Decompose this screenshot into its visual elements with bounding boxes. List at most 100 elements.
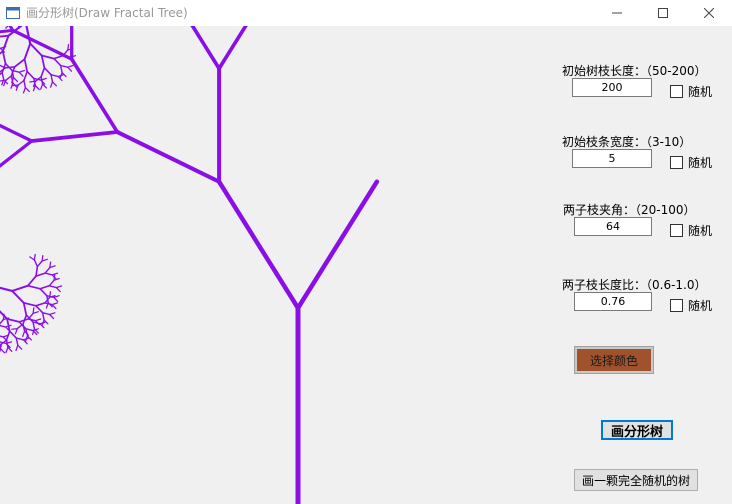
maximize-icon	[658, 8, 668, 18]
tree-branch	[1, 50, 7, 65]
tree-branch	[23, 58, 29, 73]
tree-branch	[39, 285, 51, 290]
tree-branch	[22, 337, 30, 341]
tree-branch	[0, 324, 7, 328]
tree-branch	[40, 54, 55, 60]
tree-branch	[15, 344, 19, 352]
minimize-button[interactable]	[594, 0, 640, 26]
tree-branch	[18, 71, 24, 77]
tree-branch	[26, 70, 35, 80]
tree-branch	[59, 64, 69, 68]
tree-branch	[0, 123, 34, 143]
tree-branch	[48, 279, 55, 287]
tree-branch	[0, 318, 5, 325]
tree-branch	[27, 318, 37, 322]
tree-branch	[41, 311, 45, 321]
tree-branch	[23, 42, 32, 61]
tree-branch	[53, 57, 62, 67]
tree-branch	[0, 348, 2, 353]
close-button[interactable]	[686, 0, 732, 26]
tree-branch	[41, 311, 51, 316]
tree-branch	[36, 260, 43, 268]
tree-branch	[0, 286, 14, 292]
tree-branch	[13, 58, 26, 68]
tree-branch	[67, 66, 73, 72]
tree-branch	[49, 81, 54, 88]
tree-branch	[6, 318, 21, 323]
tree-branch	[5, 324, 12, 328]
tree-branch	[1, 34, 10, 53]
tree-branch	[34, 84, 40, 91]
tree-branch	[32, 321, 36, 330]
tree-branch	[27, 284, 42, 290]
tree-branch	[53, 54, 64, 60]
tree-branch	[48, 285, 58, 289]
tree-branch	[190, 26, 221, 71]
tree-branch	[4, 75, 13, 82]
tree-branch	[24, 86, 30, 93]
tree-branch	[33, 253, 36, 261]
tree-branch	[22, 301, 28, 316]
tree-branch	[29, 256, 36, 261]
tree-branch	[35, 272, 46, 277]
tree-branch	[39, 288, 48, 297]
tree-branch	[44, 266, 51, 274]
tree-branch	[48, 312, 56, 316]
app-icon	[6, 7, 20, 19]
tree-branch	[50, 73, 54, 83]
tree-branch	[0, 50, 4, 55]
tree-branch	[0, 71, 3, 76]
tree-branch	[23, 79, 27, 89]
tree-branch	[40, 67, 46, 78]
tree-branch	[35, 265, 39, 277]
tree-branch	[43, 67, 52, 76]
tree-branch	[11, 289, 25, 304]
minimize-icon	[612, 12, 622, 14]
tree-branch	[12, 76, 19, 83]
tree-branch	[0, 348, 6, 354]
tree-branch	[0, 139, 34, 168]
tree-branch	[22, 330, 26, 338]
maximize-button[interactable]	[640, 0, 686, 26]
window-title: 画分形树(Draw Fractal Tree)	[26, 6, 188, 20]
tree-branch	[40, 83, 44, 90]
tree-branch	[22, 301, 37, 307]
tree-branch	[51, 81, 58, 87]
tree-branch	[55, 286, 61, 293]
tree-branch	[27, 275, 37, 287]
tree-branch	[50, 73, 59, 78]
tree-branch	[44, 272, 53, 276]
tree-branch	[48, 313, 55, 320]
title-bar: 画分形树(Draw Fractal Tree)	[0, 0, 732, 26]
tree-branch	[15, 337, 25, 341]
tree-branch	[11, 284, 29, 292]
tree-branch	[57, 74, 64, 78]
tree-branch	[35, 302, 46, 307]
tree-branch	[17, 79, 25, 86]
tree-branch	[51, 302, 59, 306]
tree-canvas	[0, 26, 380, 504]
tree-branch	[23, 70, 28, 82]
tree-branch	[29, 130, 120, 143]
tree-branch	[18, 69, 26, 73]
tree-branch	[115, 129, 222, 184]
tree-branch	[11, 327, 18, 330]
tree-branch	[1, 71, 5, 81]
tree-branch	[34, 318, 42, 322]
tree-branch	[53, 296, 59, 303]
tree-branch	[39, 321, 46, 325]
tree-branch	[10, 82, 14, 89]
tree-branch	[33, 259, 39, 268]
tree-branch	[22, 86, 27, 94]
tree-branch	[15, 337, 19, 346]
tree-branch	[44, 302, 53, 306]
tree-branch	[216, 179, 301, 311]
fractal-tree	[0, 26, 380, 504]
tree-branch	[5, 346, 9, 354]
tree-branch	[17, 344, 23, 350]
tree-branch	[69, 57, 120, 134]
tree-branch	[40, 54, 46, 69]
tree-branch	[59, 64, 63, 74]
tree-branch	[55, 285, 63, 289]
tree-branch	[25, 26, 32, 45]
